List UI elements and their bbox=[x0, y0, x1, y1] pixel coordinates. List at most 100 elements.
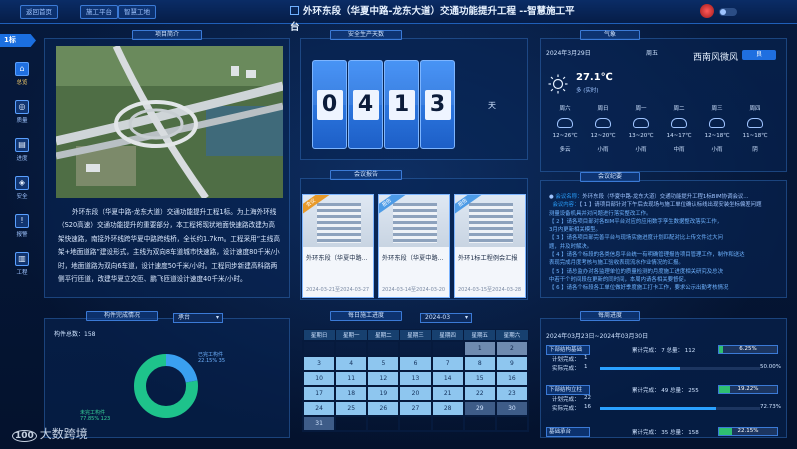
calendar-day[interactable]: 31 bbox=[301, 414, 337, 432]
calendar-day[interactable]: 27 bbox=[398, 399, 433, 417]
calendar-day[interactable]: 5 bbox=[366, 354, 401, 372]
progress-group-stat: 累计完成： 35 总量： 158 bbox=[632, 430, 699, 436]
section-tab[interactable]: 1标 bbox=[0, 34, 36, 47]
meeting-card[interactable]: 会议 外环东段（华夏中路... 2024-03-21至2024-03-27 bbox=[302, 194, 374, 298]
calendar-day[interactable]: 19 bbox=[366, 384, 401, 402]
construction-platform-button[interactable]: 施工平台 bbox=[80, 5, 118, 19]
calendar-day[interactable]: 29 bbox=[462, 399, 497, 417]
calendar-day[interactable]: 26 bbox=[366, 399, 401, 417]
calendar-day[interactable]: 30 bbox=[494, 399, 530, 417]
weather-date: 2024年3月29日 bbox=[546, 50, 591, 57]
calendar-day[interactable]: 8 bbox=[462, 354, 497, 372]
record-content-label-text: 会议内容： bbox=[552, 202, 580, 209]
row-progress-pct: 50.00% bbox=[760, 364, 781, 370]
nav-progress-label: 进度 bbox=[16, 156, 28, 162]
calendar-day[interactable]: 12 bbox=[366, 369, 401, 387]
weather-title: 气象 bbox=[580, 30, 640, 40]
record-line: 【 2 】请各项目部对各BIM平台对应的应用数字孪生数据整改落实工作， bbox=[549, 218, 723, 225]
rain-icon bbox=[633, 118, 649, 128]
calendar-day[interactable]: 1 bbox=[462, 339, 497, 357]
calendar-day[interactable]: 17 bbox=[301, 384, 337, 402]
forecast-day: 周一 13~20℃ 小雨 bbox=[624, 104, 658, 153]
component-type-value: 承台 bbox=[178, 314, 191, 321]
calendar-empty-cell bbox=[494, 414, 530, 432]
calendar-day[interactable]: 4 bbox=[334, 354, 369, 372]
records-title: 会议纪要 bbox=[580, 172, 640, 182]
nav-safety-label: 安全 bbox=[16, 194, 28, 200]
component-type-select[interactable]: 承台 ▾ bbox=[173, 313, 223, 323]
nav-project-label: 工程 bbox=[16, 270, 28, 276]
safety-unit: 天 bbox=[488, 101, 496, 110]
calendar-day[interactable]: 3 bbox=[301, 354, 337, 372]
weekday-header: 星期三 bbox=[398, 329, 433, 341]
calendar-day[interactable]: 10 bbox=[301, 369, 337, 387]
forecast-desc: 小雨 bbox=[597, 147, 609, 153]
progress-row-value: 1 bbox=[584, 364, 588, 370]
weekday-header: 星期六 bbox=[495, 329, 529, 341]
watermark-logo: 100 bbox=[12, 430, 37, 442]
nav-quality[interactable]: ◎ 质量 bbox=[8, 100, 36, 138]
card-date: 2024-03-14至2024-03-20 bbox=[382, 287, 446, 293]
calendar-empty-cell bbox=[366, 414, 401, 432]
calendar-day[interactable]: 13 bbox=[398, 369, 433, 387]
progress-row-label: 计划完成： bbox=[552, 357, 580, 363]
back-home-button[interactable]: 返回首页 bbox=[20, 5, 58, 19]
row-progress-pct: 72.73% bbox=[760, 404, 781, 410]
progress-group: 基础承台 累计完成： 35 总量： 158 22.15% bbox=[546, 427, 780, 437]
calendar-day[interactable]: 22 bbox=[462, 384, 497, 402]
calendar-day[interactable]: 24 bbox=[301, 399, 337, 417]
progress-row: 实际完成： 16 72.73% bbox=[546, 404, 781, 413]
avatar[interactable] bbox=[700, 4, 714, 18]
progress-row-value: 16 bbox=[584, 404, 591, 410]
overcast-icon bbox=[747, 118, 763, 128]
smart-site-button[interactable]: 智慧工地 bbox=[118, 5, 156, 19]
progress-group-name: 下部结构立柱 bbox=[546, 385, 590, 395]
calendar-day[interactable]: 7 bbox=[430, 354, 465, 372]
forecast-desc: 多云 bbox=[559, 147, 571, 153]
nav-alarm[interactable]: ! 报警 bbox=[8, 214, 36, 252]
forecast-range: 12~20℃ bbox=[590, 133, 616, 139]
progress-bar: 19.22% bbox=[718, 385, 778, 394]
calendar-day[interactable]: 2 bbox=[494, 339, 530, 357]
nav-alarm-label: 报警 bbox=[16, 232, 28, 238]
calendar-day[interactable]: 11 bbox=[334, 369, 369, 387]
calendar-day[interactable]: 14 bbox=[430, 369, 465, 387]
record-header-label: 会议名称： bbox=[555, 194, 583, 200]
theme-toggle[interactable] bbox=[719, 8, 737, 16]
month-value: 2024-03 bbox=[425, 314, 451, 321]
nav-safety[interactable]: ◈ 安全 bbox=[8, 176, 36, 214]
calendar-empty-cell bbox=[398, 339, 433, 357]
calendar-day[interactable]: 20 bbox=[398, 384, 433, 402]
components-title: 构件完成情况 bbox=[86, 311, 158, 321]
meeting-card[interactable]: 报告 外环东段（华夏中路... 2024-03-14至2024-03-20 bbox=[378, 194, 450, 298]
calendar-day[interactable]: 15 bbox=[462, 369, 497, 387]
wind-text: 西南风微风 bbox=[693, 53, 739, 63]
calendar-body: 1 2 3 4 5 6 7 8 9 10 11 12 13 14 15 16 17 18 19 20 21 22 23 24 2… bbox=[301, 339, 530, 432]
progress-group: 下部结构基础 累计完成： 7 总量： 112 6.25% 计划完成： 1 实际完成： 1 50… bbox=[546, 345, 781, 373]
calendar-day[interactable]: 23 bbox=[494, 384, 530, 402]
forecast-range: 11~18℃ bbox=[742, 133, 768, 139]
record-line: 【 3 】请各项目部完善平台与现场实施进度计划匹配对比上传文件过大问 bbox=[549, 235, 723, 242]
calendar-day[interactable]: 9 bbox=[494, 354, 530, 372]
progress-range: 2024年03月23日~2024年03月30日 bbox=[546, 333, 649, 340]
nav-progress[interactable]: ▤ 进度 bbox=[8, 138, 36, 176]
calendar-day[interactable]: 16 bbox=[494, 369, 530, 387]
aerial-interchange-illustration bbox=[56, 46, 283, 198]
month-picker[interactable]: 2024-03 ▾ bbox=[420, 313, 472, 323]
calendar-day[interactable]: 28 bbox=[430, 399, 465, 417]
record-line: 【 5 】请总监办对各监理单位的质量检测的月度施工进度相关研究及总决 bbox=[549, 268, 723, 275]
progress-group: 下部结构立柱 累计完成： 49 总量： 255 19.22% 计划完成： 22 实际完成：… bbox=[546, 385, 781, 413]
calendar-day[interactable]: 18 bbox=[334, 384, 369, 402]
calendar-day[interactable]: 21 bbox=[430, 384, 465, 402]
calendar-week-row: 24 25 26 27 28 29 30 bbox=[301, 399, 530, 417]
calendar-day[interactable]: 6 bbox=[398, 354, 433, 372]
platform-icon bbox=[290, 6, 299, 15]
forecast-weekday: 周二 bbox=[673, 106, 685, 112]
nav-overview[interactable]: ⌂ 总览 bbox=[8, 62, 36, 100]
record-line: 3月内更新相关模型。 bbox=[549, 227, 601, 234]
forecast-day: 周二 14~17℃ 中雨 bbox=[662, 104, 696, 153]
meeting-card[interactable]: 报告 外环1标工程例会汇报 2024-03-15至2024-03-28 bbox=[454, 194, 526, 298]
nav-project[interactable]: ▥ 工程 bbox=[8, 252, 36, 290]
calendar-week-row: 12 bbox=[301, 339, 530, 357]
calendar-day[interactable]: 25 bbox=[334, 399, 369, 417]
